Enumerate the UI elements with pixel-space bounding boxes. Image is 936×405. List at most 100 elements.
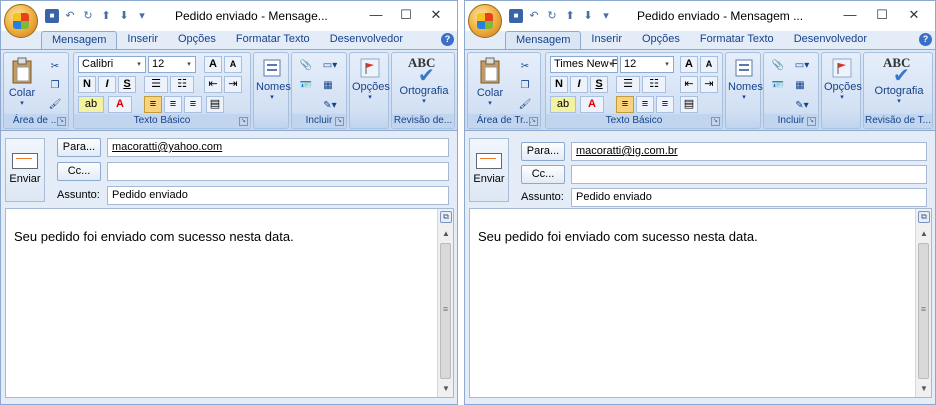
- tab-inserir[interactable]: Inserir: [117, 31, 168, 49]
- options-button[interactable]: Opções ▾: [352, 57, 390, 101]
- copy-icon[interactable]: ❐: [516, 77, 534, 94]
- bullets-icon[interactable]: ☰: [616, 76, 640, 93]
- tab-inserir[interactable]: Inserir: [581, 31, 632, 49]
- tab-desenvolvedor[interactable]: Desenvolvedor: [320, 31, 413, 49]
- attach-file-icon[interactable]: 📎: [296, 57, 316, 74]
- grow-font-button[interactable]: A: [204, 56, 222, 73]
- customize-qat-icon[interactable]: ▾: [135, 9, 149, 23]
- cc-field[interactable]: [107, 162, 449, 181]
- tab-formatar-texto[interactable]: Formatar Texto: [226, 31, 320, 49]
- calendar-icon[interactable]: ▦: [790, 77, 810, 94]
- shrink-font-button[interactable]: A: [224, 56, 242, 73]
- align-left-icon[interactable]: ≡: [616, 96, 634, 113]
- align-center-icon[interactable]: ≡: [636, 96, 654, 113]
- business-card-icon[interactable]: 🪪: [296, 77, 316, 94]
- attach-item-icon[interactable]: ▭▾: [790, 57, 814, 74]
- save-icon[interactable]: ■: [45, 9, 59, 23]
- cut-icon[interactable]: ✂: [46, 58, 64, 75]
- tab-opcoes[interactable]: Opções: [632, 31, 690, 49]
- redo-icon[interactable]: ↻: [545, 9, 559, 23]
- subject-field[interactable]: Pedido enviado: [571, 188, 927, 207]
- office-button[interactable]: [4, 4, 38, 38]
- names-button[interactable]: Nomes ▾: [728, 57, 763, 101]
- subject-field[interactable]: Pedido enviado: [107, 186, 449, 205]
- attach-item-icon[interactable]: ▭▾: [318, 57, 342, 74]
- align-right-icon[interactable]: ≡: [656, 96, 674, 113]
- tab-opcoes[interactable]: Opções: [168, 31, 226, 49]
- decrease-indent-icon[interactable]: ⇤: [204, 76, 222, 93]
- paste-button[interactable]: Colar ▾: [8, 57, 36, 107]
- arrow-down-icon[interactable]: ⬇: [581, 9, 595, 23]
- tab-mensagem[interactable]: Mensagem: [505, 31, 582, 49]
- increase-indent-icon[interactable]: ⇥: [224, 76, 242, 93]
- dialog-launcher-icon[interactable]: ↘: [57, 117, 66, 126]
- minimize-button[interactable]: —: [365, 5, 387, 25]
- help-icon[interactable]: ?: [919, 33, 932, 46]
- scroll-down-icon[interactable]: ▼: [438, 382, 454, 396]
- arrow-down-icon[interactable]: ⬇: [117, 9, 131, 23]
- maximize-button[interactable]: ☐: [395, 5, 417, 25]
- arrow-up-icon[interactable]: ⬆: [99, 9, 113, 23]
- calendar-icon[interactable]: ▦: [318, 77, 338, 94]
- align-left-icon[interactable]: ≡: [144, 96, 162, 113]
- to-button[interactable]: Para...: [57, 138, 101, 157]
- align-right-icon[interactable]: ≡: [184, 96, 202, 113]
- to-button[interactable]: Para...: [521, 142, 565, 161]
- split-view-icon[interactable]: ⧉: [918, 211, 930, 223]
- underline-button[interactable]: S: [118, 76, 136, 93]
- cut-icon[interactable]: ✂: [516, 58, 534, 75]
- close-button[interactable]: ✕: [903, 5, 925, 25]
- spelling-button[interactable]: ABC ✔ Ortografia ▾: [868, 55, 930, 105]
- cc-field[interactable]: [571, 165, 927, 184]
- paste-button[interactable]: Colar ▾: [474, 57, 506, 107]
- send-button[interactable]: Enviar: [5, 138, 45, 202]
- decrease-indent-icon[interactable]: ⇤: [680, 76, 698, 93]
- vertical-scrollbar[interactable]: ⧉ ▲ ▼: [915, 209, 931, 397]
- attach-file-icon[interactable]: 📎: [768, 57, 788, 74]
- business-card-icon[interactable]: 🪪: [768, 77, 788, 94]
- cc-button[interactable]: Cc...: [521, 165, 565, 184]
- options-button[interactable]: Opções ▾: [824, 57, 862, 101]
- bold-button[interactable]: N: [550, 76, 568, 93]
- font-color-button[interactable]: A: [108, 96, 132, 113]
- help-icon[interactable]: ?: [441, 33, 454, 46]
- save-icon[interactable]: ■: [509, 9, 523, 23]
- minimize-button[interactable]: —: [839, 5, 861, 25]
- dialog-launcher-icon[interactable]: ↘: [807, 117, 816, 126]
- close-button[interactable]: ✕: [425, 5, 447, 25]
- dialog-launcher-icon[interactable]: ↘: [239, 117, 248, 126]
- office-button[interactable]: [468, 4, 502, 38]
- copy-icon[interactable]: ❐: [46, 77, 64, 94]
- grow-font-button[interactable]: A: [680, 56, 698, 73]
- send-button[interactable]: Enviar: [469, 138, 509, 202]
- italic-button[interactable]: I: [570, 76, 588, 93]
- redo-icon[interactable]: ↻: [81, 9, 95, 23]
- scroll-up-icon[interactable]: ▲: [916, 227, 932, 241]
- font-size-combo[interactable]: 12 ▾: [620, 56, 674, 73]
- message-body[interactable]: Seu pedido foi enviado com sucesso nesta…: [469, 208, 932, 398]
- highlight-icon[interactable]: ab: [78, 96, 104, 113]
- increase-indent-icon[interactable]: ⇥: [700, 76, 718, 93]
- spelling-button[interactable]: ABC ✔ Ortografia ▾: [394, 55, 454, 105]
- styles-icon[interactable]: ▤: [206, 96, 224, 113]
- format-painter-icon[interactable]: 🖌: [46, 96, 64, 113]
- to-field[interactable]: macoratti@yahoo.com: [107, 138, 449, 157]
- to-field[interactable]: macoratti@ig.com.br: [571, 142, 927, 161]
- undo-icon[interactable]: ↶: [63, 9, 77, 23]
- align-center-icon[interactable]: ≡: [164, 96, 182, 113]
- font-size-combo[interactable]: 12 ▾: [148, 56, 196, 73]
- font-name-combo[interactable]: Times New F ▾: [550, 56, 618, 73]
- names-button[interactable]: Nomes ▾: [256, 57, 291, 101]
- arrow-up-icon[interactable]: ⬆: [563, 9, 577, 23]
- vertical-scrollbar[interactable]: ⧉ ▲ ▼: [437, 209, 453, 397]
- cc-button[interactable]: Cc...: [57, 162, 101, 181]
- numbering-icon[interactable]: ☷: [170, 76, 194, 93]
- scroll-thumb[interactable]: [440, 243, 451, 379]
- dialog-launcher-icon[interactable]: ↘: [529, 117, 538, 126]
- tab-desenvolvedor[interactable]: Desenvolvedor: [784, 31, 877, 49]
- format-painter-icon[interactable]: 🖌: [516, 96, 534, 113]
- font-color-button[interactable]: A: [580, 96, 604, 113]
- underline-button[interactable]: S: [590, 76, 608, 93]
- split-view-icon[interactable]: ⧉: [440, 211, 452, 223]
- undo-icon[interactable]: ↶: [527, 9, 541, 23]
